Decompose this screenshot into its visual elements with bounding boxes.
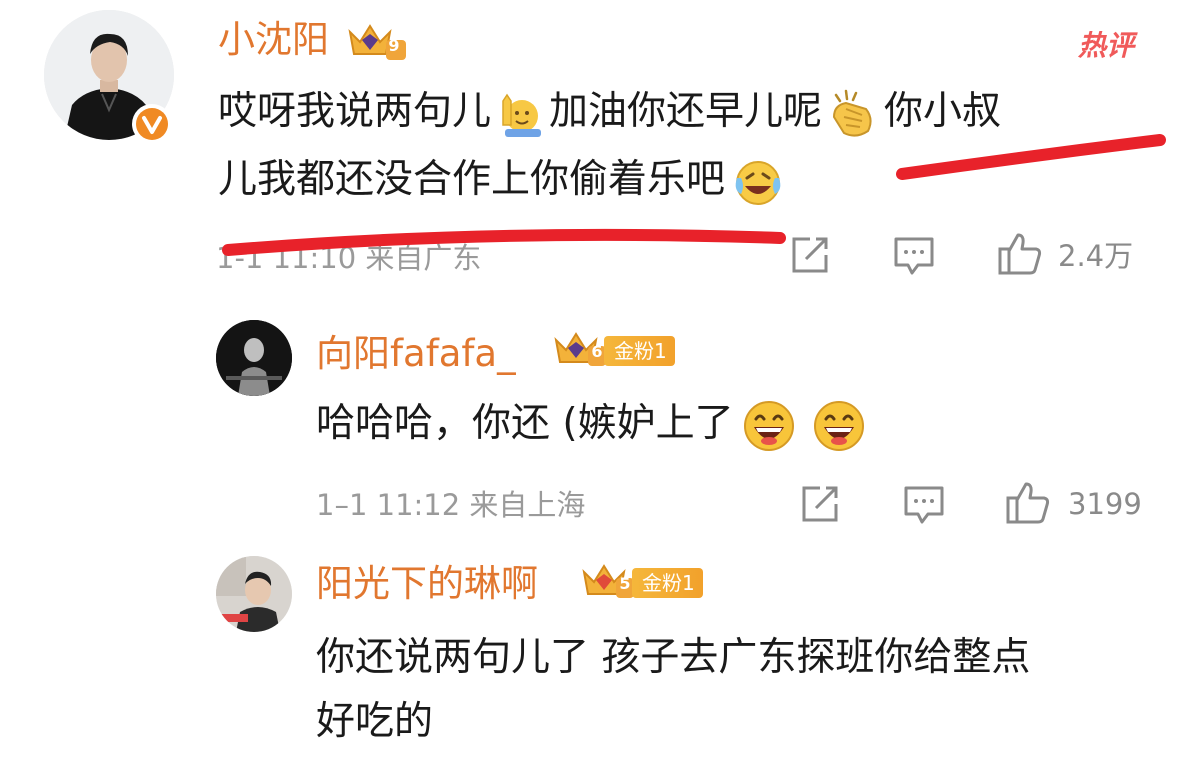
verified-badge-icon xyxy=(132,104,172,144)
reply-text-line-2: 好吃的 xyxy=(316,699,434,744)
like-count: 3199 xyxy=(1068,487,1142,521)
comment-text-part-1: 哎呀我说两句儿 xyxy=(218,89,492,134)
comment-text-line-2-text: 儿我都还没合作上你偷着乐吧 xyxy=(218,157,726,202)
red-annotation-underline-top xyxy=(890,126,1172,188)
avatar-reply-1[interactable] xyxy=(216,320,292,396)
clapping-hands-emoji-icon xyxy=(826,89,880,139)
laughing-crying-emoji-icon xyxy=(731,156,785,208)
reply-text-content: 哈哈哈，你还 (嫉妒上了 xyxy=(316,401,734,446)
comment-reply-icon[interactable] xyxy=(892,233,936,277)
hot-comment-label: 热评 xyxy=(1078,29,1135,62)
share-icon[interactable] xyxy=(798,482,842,526)
reply-author[interactable]: 向阳fafafa_ xyxy=(316,332,516,376)
reply-text: 哈哈哈，你还 (嫉妒上了 xyxy=(316,396,866,453)
comment-reply-icon[interactable] xyxy=(902,482,946,526)
comment-text-line-2: 儿我都还没合作上你偷着乐吧 xyxy=(218,152,785,208)
comment-text-part-2: 加油你还早儿呢 xyxy=(549,89,823,134)
red-annotation-underline-bottom xyxy=(218,220,790,260)
comment-author[interactable]: 小沈阳 xyxy=(218,18,329,62)
raising-hand-emoji-icon xyxy=(495,91,545,137)
reply-meta: 1–1 11:12 来自上海 xyxy=(316,488,586,522)
grinning-face-emoji-icon xyxy=(812,399,866,453)
share-icon[interactable] xyxy=(788,233,832,277)
like-count: 2.4万 xyxy=(1058,239,1134,273)
fan-badge: 金粉1 xyxy=(604,336,675,366)
like-thumb-icon[interactable] xyxy=(1004,478,1052,526)
avatar-reply-2[interactable] xyxy=(216,556,292,632)
fan-badge: 金粉1 xyxy=(632,568,703,598)
grinning-face-emoji-icon xyxy=(742,399,796,453)
level-number: 9 xyxy=(388,36,400,55)
comment-text-line-1: 哎呀我说两句儿 加油你还早儿呢 你小叔 xyxy=(218,84,1001,140)
reply-text-line-1: 你还说两句儿了 孩子去广东探班你给整点 xyxy=(316,635,1031,680)
like-thumb-icon[interactable] xyxy=(996,229,1044,277)
reply-author[interactable]: 阳光下的琳啊 xyxy=(316,562,538,606)
